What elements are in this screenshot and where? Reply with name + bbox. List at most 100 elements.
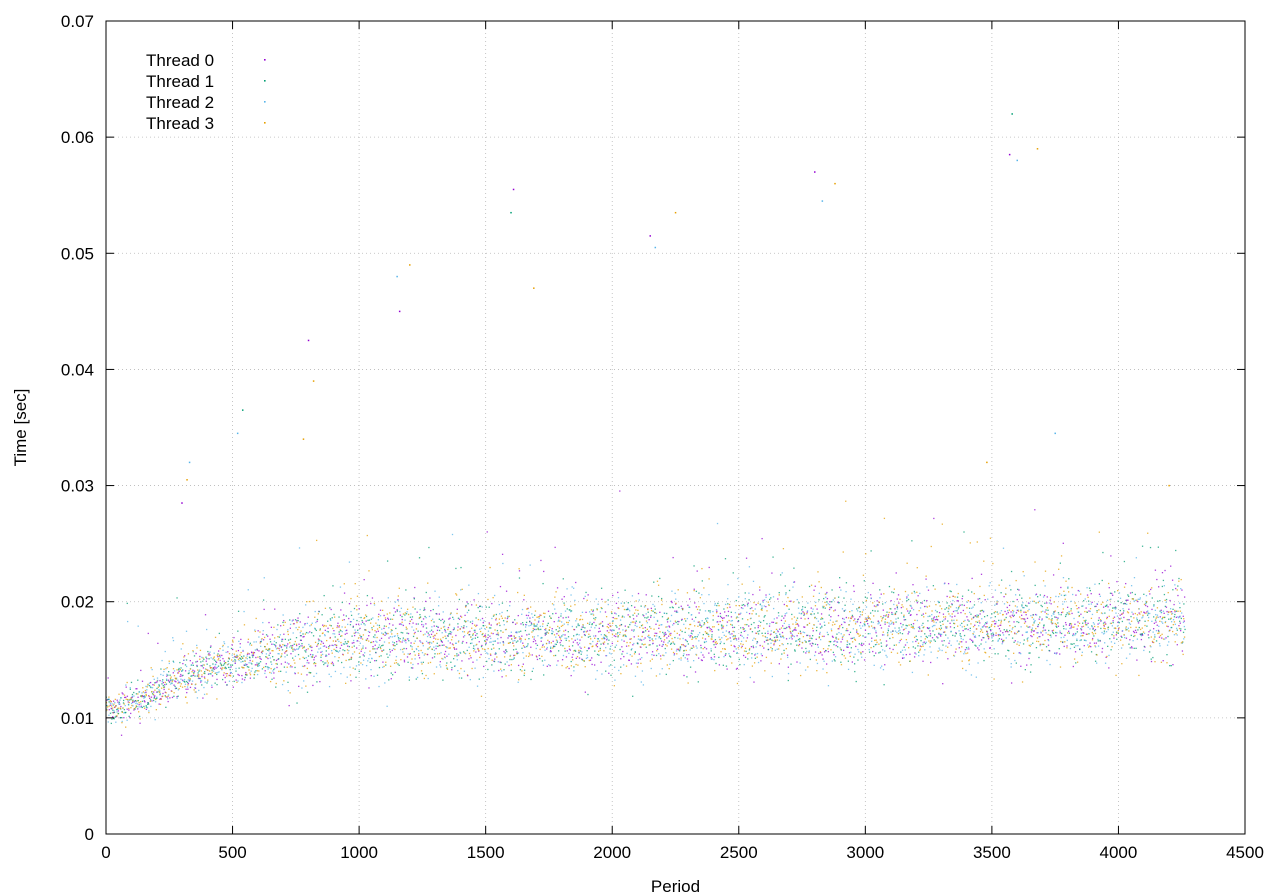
data-point [179, 681, 181, 683]
data-point [956, 625, 959, 627]
data-point [929, 635, 932, 637]
data-point [920, 645, 923, 648]
data-point [371, 628, 373, 631]
data-point [455, 642, 457, 644]
data-point [168, 662, 170, 665]
data-point [575, 657, 577, 660]
data-point [988, 636, 990, 638]
data-point [1008, 620, 1011, 623]
data-point [1004, 630, 1007, 633]
data-point [570, 660, 572, 663]
data-point [847, 660, 850, 662]
data-point [488, 657, 490, 660]
data-point [223, 642, 226, 645]
data-point [288, 704, 290, 707]
data-point [627, 602, 630, 604]
data-point [781, 615, 783, 617]
data-point [412, 635, 415, 638]
data-point [573, 635, 575, 637]
data-point [185, 630, 188, 632]
data-point [142, 687, 144, 689]
data-point [257, 656, 259, 658]
data-point [1042, 610, 1044, 613]
data-point [510, 631, 512, 633]
data-point [656, 635, 658, 637]
data-point [506, 617, 509, 620]
data-point [855, 680, 857, 683]
data-point [152, 684, 154, 686]
data-point [573, 587, 575, 589]
data-point [234, 660, 237, 662]
data-point [666, 626, 668, 628]
data-point [241, 674, 243, 677]
data-point [855, 645, 857, 648]
data-point [973, 616, 975, 618]
data-point [862, 651, 864, 653]
data-point [172, 639, 175, 642]
data-point [245, 657, 247, 659]
data-point [399, 648, 402, 651]
data-point [888, 585, 891, 588]
data-point [1026, 625, 1028, 627]
data-point [721, 625, 723, 627]
data-point [882, 603, 884, 605]
data-point [999, 630, 1002, 632]
data-point [198, 674, 200, 676]
data-point [566, 621, 568, 624]
data-point [420, 630, 422, 633]
data-point [695, 606, 697, 608]
data-point [388, 642, 390, 644]
data-point [140, 669, 142, 672]
data-point [474, 631, 476, 633]
data-point [350, 610, 352, 613]
data-point [457, 669, 459, 672]
data-point [187, 682, 190, 685]
data-point [829, 619, 832, 621]
data-point [611, 629, 613, 631]
data-point [746, 623, 748, 626]
data-point [339, 647, 341, 649]
data-point [427, 582, 429, 584]
data-point [555, 591, 557, 593]
data-point [754, 627, 756, 629]
data-point [781, 631, 784, 634]
data-point [640, 681, 642, 683]
data-point [205, 656, 207, 658]
data-point [378, 644, 381, 646]
data-point [131, 693, 134, 696]
data-point [306, 667, 309, 670]
data-point [957, 608, 959, 610]
data-point [515, 637, 517, 639]
data-point [705, 648, 708, 650]
data-point [831, 624, 834, 626]
data-point [338, 625, 341, 627]
data-point [111, 703, 113, 705]
data-point [365, 615, 368, 618]
data-point [1022, 602, 1024, 604]
data-point [549, 615, 551, 617]
data-point [1050, 603, 1052, 605]
data-point [346, 629, 348, 631]
data-point [873, 628, 876, 630]
data-point [903, 614, 905, 616]
data-point [890, 631, 892, 633]
data-point [429, 630, 431, 633]
data-point [724, 611, 726, 613]
data-point [904, 644, 907, 646]
data-point [545, 633, 547, 635]
data-point [765, 656, 768, 659]
data-point [753, 621, 755, 624]
data-point [430, 633, 433, 635]
data-point [710, 656, 712, 659]
data-point [688, 598, 691, 600]
data-point [955, 632, 957, 635]
data-point [441, 632, 443, 634]
data-point [379, 639, 381, 641]
data-point [704, 631, 707, 633]
data-point [496, 629, 499, 632]
data-point [142, 691, 145, 693]
data-point [341, 601, 343, 604]
data-point [395, 662, 398, 664]
data-point [125, 686, 127, 688]
data-point [196, 644, 198, 647]
